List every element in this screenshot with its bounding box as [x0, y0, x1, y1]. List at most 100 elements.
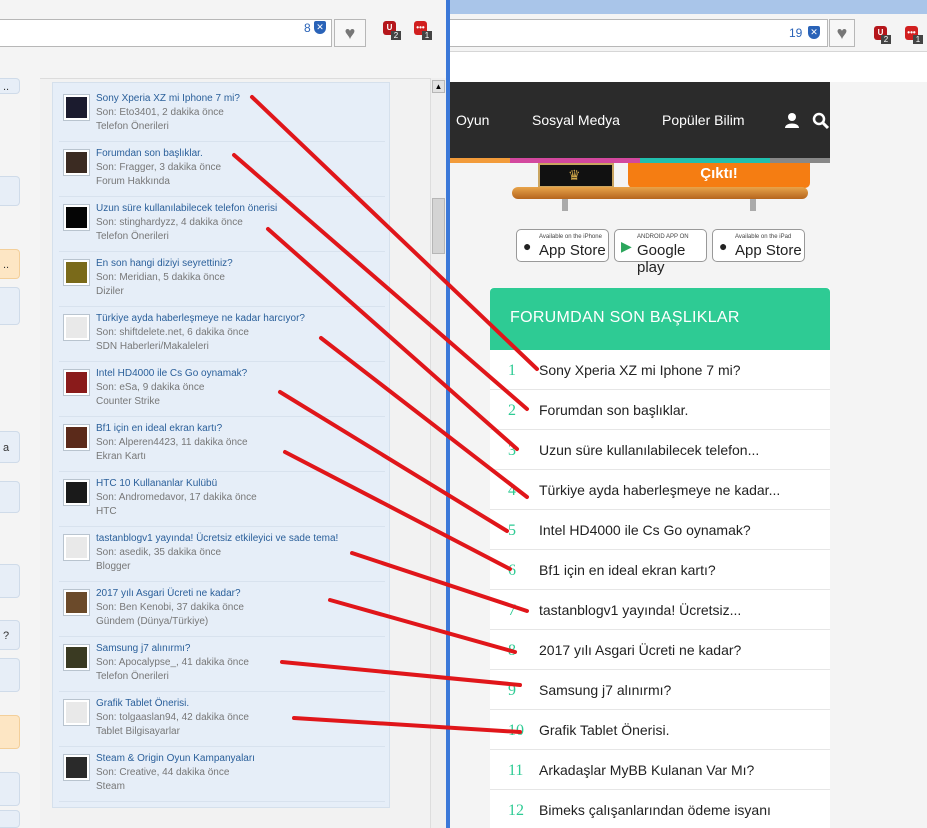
- recent-topic-row[interactable]: 7 tastanblogv1 yayında! Ücretsiz...: [490, 590, 830, 630]
- recent-topic-row[interactable]: 12 Bimeks çalışanlarından ödeme isyanı: [490, 790, 830, 828]
- sidebar-stub[interactable]: ..: [0, 249, 20, 279]
- topic-row[interactable]: Uzun süre kullanılabilecek telefon öneri…: [59, 197, 385, 252]
- recent-topic-link[interactable]: Türkiye ayda haberleşmeye ne kadar...: [539, 482, 780, 498]
- user-avatar[interactable]: [63, 149, 90, 176]
- sidebar-stub[interactable]: [0, 772, 20, 806]
- topic-forum-link[interactable]: Steam: [96, 781, 125, 792]
- nav-item-sosyal-medya[interactable]: Sosyal Medya: [532, 112, 620, 128]
- url-input[interactable]: [0, 19, 332, 47]
- recent-topic-row[interactable]: 9 Samsung j7 alınırmı?: [490, 670, 830, 710]
- sidebar-stub[interactable]: [0, 715, 20, 749]
- sidebar-stub[interactable]: ..: [0, 78, 20, 94]
- sidebar-stub[interactable]: a: [0, 431, 20, 463]
- sidebar-stub[interactable]: ?: [0, 620, 20, 650]
- topic-row[interactable]: Bf1 için en ideal ekran kartı? Son: Alper…: [59, 417, 385, 472]
- topic-row[interactable]: Sony Xperia XZ mi Iphone 7 mi? Son: Eto34…: [59, 87, 385, 142]
- topic-title-link[interactable]: 2017 yılı Asgari Ücreti ne kadar?: [96, 588, 241, 599]
- url-input[interactable]: [450, 19, 828, 47]
- nav-item-oyun[interactable]: Oyun: [456, 112, 489, 128]
- user-avatar[interactable]: [63, 369, 90, 396]
- topic-title-link[interactable]: Uzun süre kullanılabilecek telefon öneri…: [96, 203, 277, 214]
- topic-forum-link[interactable]: Counter Strike: [96, 396, 160, 407]
- user-avatar[interactable]: [63, 644, 90, 671]
- topic-title-link[interactable]: Sony Xperia XZ mi Iphone 7 mi?: [96, 93, 240, 104]
- shield-icon[interactable]: ✕: [808, 26, 820, 39]
- recent-topic-row[interactable]: 2 Forumdan son başlıklar.: [490, 390, 830, 430]
- banner-cta-button[interactable]: Çıktı!: [628, 163, 810, 188]
- sidebar-stub[interactable]: [0, 810, 20, 828]
- recent-topic-link[interactable]: Bf1 için en ideal ekran kartı?: [539, 562, 716, 578]
- recent-topic-row[interactable]: 6 Bf1 için en ideal ekran kartı?: [490, 550, 830, 590]
- topic-forum-link[interactable]: HTC: [96, 506, 117, 517]
- user-avatar[interactable]: [63, 259, 90, 286]
- user-avatar[interactable]: [63, 699, 90, 726]
- recent-topic-row[interactable]: 5 Intel HD4000 ile Cs Go oynamak?: [490, 510, 830, 550]
- topic-forum-link[interactable]: SDN Haberleri/Makaleleri: [96, 341, 209, 352]
- recent-topic-link[interactable]: 2017 yılı Asgari Ücreti ne kadar?: [539, 642, 741, 658]
- topic-row[interactable]: En son hangi diziyi seyrettiniz? Son: Mer…: [59, 252, 385, 307]
- nav-item-populer-bilim[interactable]: Popüler Bilim: [662, 112, 744, 128]
- topic-title-link[interactable]: Intel HD4000 ile Cs Go oynamak?: [96, 368, 247, 379]
- bookmark-heart-button[interactable]: ♥: [829, 19, 855, 47]
- user-avatar[interactable]: [63, 94, 90, 121]
- recent-topic-row[interactable]: 3 Uzun süre kullanılabilecek telefon...: [490, 430, 830, 470]
- scrollbar-thumb[interactable]: [432, 198, 445, 254]
- app-store-iphone-badge[interactable]: ● Available on the iPhone App Store: [516, 229, 609, 262]
- google-play-badge[interactable]: ▶ ANDROID APP ON Google play: [614, 229, 707, 276]
- shield-icon[interactable]: ✕: [314, 21, 326, 34]
- recent-topic-link[interactable]: Uzun süre kullanılabilecek telefon...: [539, 442, 759, 458]
- topic-forum-link[interactable]: Forum Hakkında: [96, 176, 170, 187]
- sidebar-stub[interactable]: [0, 287, 20, 325]
- topic-forum-link[interactable]: Telefon Önerileri: [96, 121, 169, 132]
- user-avatar[interactable]: [63, 479, 90, 506]
- vertical-scrollbar[interactable]: ▲: [430, 78, 446, 828]
- sidebar-stub[interactable]: [0, 658, 20, 692]
- recent-topic-link[interactable]: Grafik Tablet Önerisi.: [539, 722, 669, 738]
- app-store-ipad-badge[interactable]: ● Available on the iPad App Store: [712, 229, 805, 262]
- topic-title-link[interactable]: HTC 10 Kullananlar Kulübü: [96, 478, 217, 489]
- topic-title-link[interactable]: Türkiye ayda haberleşmeye ne kadar harcı…: [96, 313, 305, 324]
- recent-topic-row[interactable]: 1 Sony Xperia XZ mi Iphone 7 mi?: [490, 350, 830, 390]
- topic-forum-link[interactable]: Gündem (Dünya/Türkiye): [96, 616, 208, 627]
- recent-topic-link[interactable]: Bimeks çalışanlarından ödeme isyanı: [539, 802, 771, 818]
- recent-topic-link[interactable]: Forumdan son başlıklar.: [539, 402, 688, 418]
- topic-row[interactable]: Türkiye ayda haberleşmeye ne kadar harcı…: [59, 307, 385, 362]
- topic-forum-link[interactable]: Diziler: [96, 286, 124, 297]
- recent-topic-link[interactable]: Arkadaşlar MyBB Kulanan Var Mı?: [539, 762, 754, 778]
- user-avatar[interactable]: [63, 204, 90, 231]
- recent-topic-link[interactable]: tastanblogv1 yayında! Ücretsiz...: [539, 602, 741, 618]
- user-avatar[interactable]: [63, 424, 90, 451]
- user-icon[interactable]: [784, 112, 800, 129]
- user-avatar[interactable]: [63, 754, 90, 781]
- topic-title-link[interactable]: tastanblogv1 yayında! Ücretsiz etkileyic…: [96, 533, 338, 544]
- topic-row[interactable]: 2017 yılı Asgari Ücreti ne kadar? Son: Be…: [59, 582, 385, 637]
- recent-topic-link[interactable]: Samsung j7 alınırmı?: [539, 682, 671, 698]
- topic-forum-link[interactable]: Blogger: [96, 561, 130, 572]
- sidebar-stub[interactable]: [0, 176, 20, 206]
- topic-title-link[interactable]: Bf1 için en ideal ekran kartı?: [96, 423, 222, 434]
- recent-topic-link[interactable]: Sony Xperia XZ mi Iphone 7 mi?: [539, 362, 741, 378]
- scroll-up-arrow-icon[interactable]: ▲: [432, 80, 445, 93]
- topic-title-link[interactable]: Forumdan son başlıklar.: [96, 148, 203, 159]
- topic-row[interactable]: Steam & Origin Oyun Kampanyaları Son: Cre…: [59, 747, 385, 802]
- topic-forum-link[interactable]: Telefon Önerileri: [96, 231, 169, 242]
- topic-forum-link[interactable]: Telefon Önerileri: [96, 671, 169, 682]
- topic-title-link[interactable]: En son hangi diziyi seyrettiniz?: [96, 258, 233, 269]
- topic-row[interactable]: Samsung j7 alınırmı? Son: Apocalypse_, 41…: [59, 637, 385, 692]
- topic-title-link[interactable]: Steam & Origin Oyun Kampanyaları: [96, 753, 255, 764]
- sidebar-stub[interactable]: [0, 564, 20, 598]
- topic-row[interactable]: Intel HD4000 ile Cs Go oynamak? Son: eSa,…: [59, 362, 385, 417]
- bookmark-heart-button[interactable]: ♥: [334, 19, 366, 47]
- recent-topic-row[interactable]: 11 Arkadaşlar MyBB Kulanan Var Mı?: [490, 750, 830, 790]
- user-avatar[interactable]: [63, 534, 90, 561]
- recent-topic-row[interactable]: 4 Türkiye ayda haberleşmeye ne kadar...: [490, 470, 830, 510]
- recent-topic-row[interactable]: 10 Grafik Tablet Önerisi.: [490, 710, 830, 750]
- user-avatar[interactable]: [63, 589, 90, 616]
- recent-topic-link[interactable]: Intel HD4000 ile Cs Go oynamak?: [539, 522, 751, 538]
- topic-forum-link[interactable]: Ekran Kartı: [96, 451, 146, 462]
- search-icon[interactable]: [812, 112, 830, 130]
- topic-title-link[interactable]: Samsung j7 alınırmı?: [96, 643, 191, 654]
- topic-row[interactable]: HTC 10 Kullananlar Kulübü Son: Andromedav…: [59, 472, 385, 527]
- topic-row[interactable]: tastanblogv1 yayında! Ücretsiz etkileyic…: [59, 527, 385, 582]
- user-avatar[interactable]: [63, 314, 90, 341]
